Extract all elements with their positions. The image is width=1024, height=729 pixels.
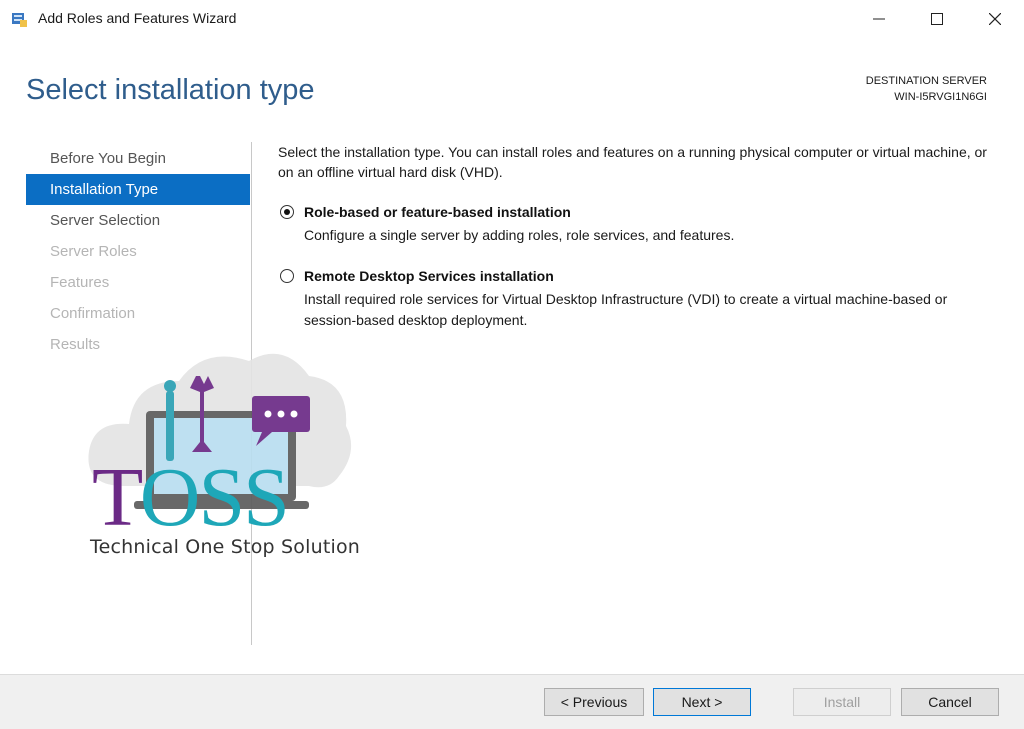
- main-panel: Select the installation type. You can in…: [278, 142, 998, 331]
- title-bar: Add Roles and Features Wizard: [0, 0, 1024, 38]
- role-based-title[interactable]: Role-based or feature-based installation: [304, 202, 998, 222]
- toss-logo-text: TOSS: [92, 451, 290, 544]
- destination-server-name: WIN-I5RVGI1N6GI: [894, 91, 987, 103]
- minimize-button[interactable]: [850, 0, 908, 38]
- close-icon: [989, 13, 1001, 25]
- toss-tagline: Technical One Stop Solution: [90, 536, 361, 558]
- nav-item-installation-type[interactable]: Installation Type: [26, 174, 250, 205]
- nav-item-server-roles: Server Roles: [50, 243, 137, 260]
- nav-item-server-selection[interactable]: Server Selection: [26, 205, 250, 236]
- install-button: Install: [793, 688, 891, 716]
- maximize-button[interactable]: [908, 0, 966, 38]
- remote-desktop-description: Install required role services for Virtu…: [304, 291, 948, 328]
- next-button[interactable]: Next >: [653, 688, 751, 716]
- remote-desktop-radio[interactable]: [280, 269, 294, 283]
- maximize-icon: [931, 13, 943, 25]
- wizard-footer: < Previous Next > Install Cancel: [0, 674, 1024, 729]
- nav-item-before-you-begin[interactable]: Before You Begin: [26, 143, 250, 174]
- remote-desktop-title[interactable]: Remote Desktop Services installation: [304, 266, 998, 286]
- cancel-button[interactable]: Cancel: [901, 688, 999, 716]
- page-title: Select installation type: [26, 74, 315, 106]
- previous-button[interactable]: < Previous: [544, 688, 644, 716]
- option-remote-desktop[interactable]: Remote Desktop Services installation Ins…: [278, 266, 998, 331]
- destination-server-info: DESTINATION SERVER WIN-I5RVGI1N6GI: [866, 73, 987, 105]
- option-role-based[interactable]: Role-based or feature-based installation…: [278, 202, 998, 246]
- minimize-icon: [873, 18, 885, 20]
- window-title: Add Roles and Features Wizard: [38, 10, 237, 26]
- nav-item-features: Features: [50, 274, 110, 291]
- destination-label: DESTINATION SERVER: [865, 75, 987, 87]
- close-button[interactable]: [966, 0, 1024, 38]
- role-based-radio[interactable]: [280, 205, 294, 219]
- role-based-description: Configure a single server by adding role…: [304, 227, 735, 243]
- server-manager-icon: [10, 10, 28, 28]
- installation-type-description: Select the installation type. You can in…: [278, 144, 987, 180]
- wizard-content: Select installation type DESTINATION SER…: [0, 38, 1024, 674]
